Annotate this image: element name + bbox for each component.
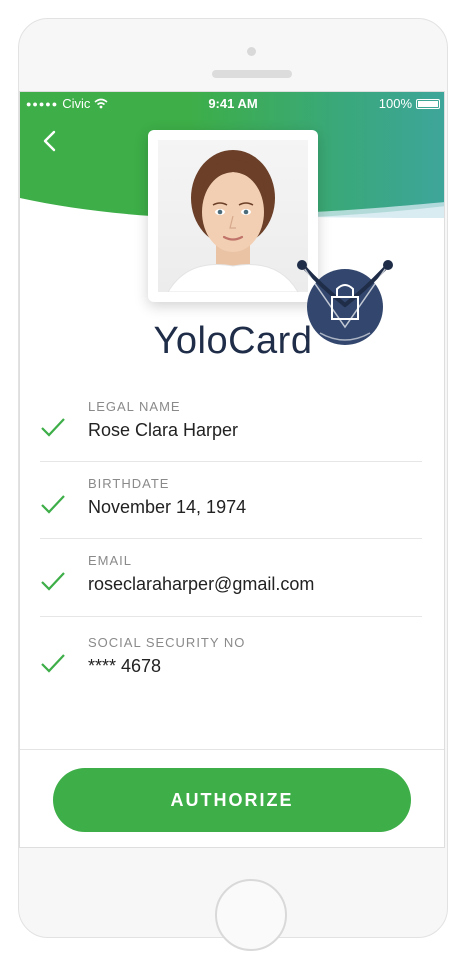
app-screen: ●●●●● Civic 9:41 AM 100% YoloCard LEGAL … <box>19 91 445 848</box>
field-value: November 14, 1974 <box>88 497 247 517</box>
divider <box>40 538 422 539</box>
status-bar: ●●●●● Civic 9:41 AM 100% <box>20 92 444 114</box>
back-chevron-icon[interactable] <box>38 126 62 156</box>
field-value: Rose Clara Harper <box>88 420 239 440</box>
profile-photo <box>158 140 308 292</box>
field-value: **** 4678 <box>88 656 162 676</box>
seal-icon <box>297 260 393 345</box>
front-camera <box>247 47 256 56</box>
field-label: LEGAL NAME <box>88 399 181 414</box>
divider <box>40 461 422 462</box>
earpiece-speaker <box>212 70 292 78</box>
divider <box>40 616 422 617</box>
field-label: BIRTHDATE <box>88 476 170 491</box>
check-icon <box>41 572 65 591</box>
footer-divider <box>20 749 444 750</box>
check-icon <box>41 654 65 673</box>
home-button[interactable] <box>215 879 287 951</box>
check-icon <box>41 495 65 514</box>
battery-percent: 100% <box>378 96 412 111</box>
authorize-button[interactable]: AUTHORIZE <box>53 768 411 832</box>
field-label: SOCIAL SECURITY NO <box>88 635 246 650</box>
check-icon <box>41 418 65 437</box>
field-value: roseclaraharper@gmail.com <box>88 574 315 594</box>
battery-icon <box>416 98 440 109</box>
field-label: EMAIL <box>88 553 133 568</box>
